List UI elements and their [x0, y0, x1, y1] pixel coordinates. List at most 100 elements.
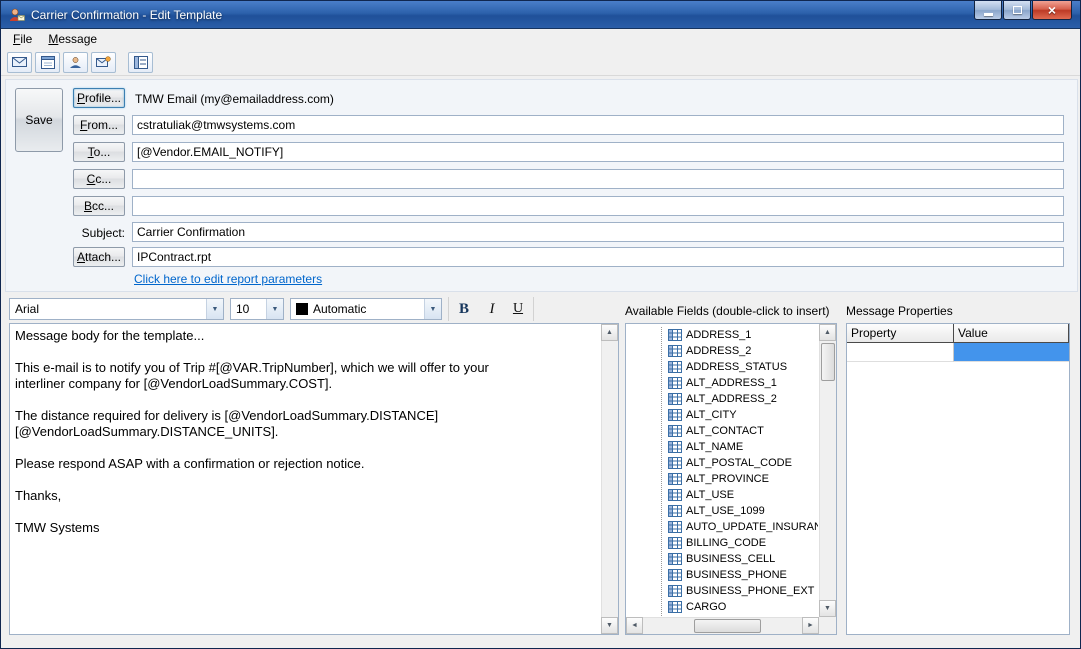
chevron-down-icon[interactable]: ▼	[206, 299, 223, 319]
maximize-button[interactable]	[1003, 1, 1031, 20]
save-button[interactable]: Save	[15, 88, 63, 152]
window-title: Carrier Confirmation - Edit Template	[31, 8, 222, 22]
minimize-button[interactable]	[974, 1, 1002, 20]
new-mail-icon	[12, 56, 27, 68]
scroll-up-icon[interactable]: ▲	[819, 324, 836, 341]
field-item[interactable]: BILLING_CODE	[668, 535, 818, 551]
scroll-down-icon[interactable]: ▼	[819, 600, 836, 617]
scroll-left-icon[interactable]: ◄	[626, 617, 643, 634]
field-item[interactable]: CARGO	[668, 599, 818, 615]
value-cell-selected[interactable]	[954, 343, 1069, 362]
field-item[interactable]: ALT_PROVINCE	[668, 471, 818, 487]
mail-options-button[interactable]	[91, 52, 116, 73]
message-properties-title: Message Properties	[846, 304, 953, 318]
field-item-label: AUTO_UPDATE_INSURANC	[686, 521, 818, 533]
contacts-icon	[69, 56, 82, 69]
table-field-icon	[668, 537, 682, 549]
field-item[interactable]: ALT_NAME	[668, 439, 818, 455]
scroll-up-icon[interactable]: ▲	[601, 324, 618, 341]
field-item-label: ALT_USE	[686, 489, 734, 501]
to-button[interactable]: To...	[73, 142, 125, 162]
minimize-icon	[984, 13, 993, 16]
font-size-combo[interactable]: 10 ▼	[230, 298, 284, 320]
field-item-label: BUSINESS_PHONE_EXT	[686, 585, 814, 597]
field-item[interactable]: BUSINESS_CELL	[668, 551, 818, 567]
from-field[interactable]	[132, 115, 1064, 135]
bold-button[interactable]: B	[451, 298, 477, 320]
titlebar[interactable]: Carrier Confirmation - Edit Template	[1, 1, 1080, 29]
table-field-icon	[668, 425, 682, 437]
to-field[interactable]	[132, 142, 1064, 162]
field-item[interactable]: ALT_CONTACT	[668, 423, 818, 439]
editor-vertical-scrollbar[interactable]: ▲ ▼	[601, 324, 618, 634]
chevron-down-icon[interactable]: ▼	[266, 299, 283, 319]
new-mail-button[interactable]	[7, 52, 32, 73]
table-field-icon	[668, 585, 682, 597]
message-properties-panel: Property Value	[846, 323, 1070, 635]
property-column-header[interactable]: Property	[847, 324, 954, 343]
attach-field[interactable]	[132, 247, 1064, 267]
field-item[interactable]: BUSINESS_PHONE_EXT	[668, 583, 818, 599]
field-item-label: ALT_USE_1099	[686, 505, 765, 517]
field-item[interactable]: ALT_ADDRESS_1	[668, 375, 818, 391]
cc-field[interactable]	[132, 169, 1064, 189]
contacts-button[interactable]	[63, 52, 88, 73]
field-item-label: ALT_ADDRESS_1	[686, 377, 777, 389]
property-cell[interactable]	[847, 343, 954, 362]
close-icon	[1048, 3, 1056, 18]
underline-button[interactable]: U	[505, 298, 531, 320]
attach-button[interactable]: Attach...	[73, 247, 125, 267]
field-item-label: ADDRESS_1	[686, 329, 751, 341]
properties-header: Property Value	[847, 324, 1069, 343]
field-item[interactable]: ALT_ADDRESS_2	[668, 391, 818, 407]
vertical-scroll-thumb[interactable]	[821, 343, 835, 381]
fields-vertical-scrollbar[interactable]: ▲ ▼	[819, 324, 836, 617]
field-item[interactable]: AUTO_UPDATE_INSURANC	[668, 519, 818, 535]
font-family-combo[interactable]: Arial ▼	[9, 298, 224, 320]
from-button[interactable]: From...	[73, 115, 125, 135]
bcc-field[interactable]	[132, 196, 1064, 216]
table-field-icon	[668, 457, 682, 469]
field-item[interactable]: ALT_POSTAL_CODE	[668, 455, 818, 471]
profile-button[interactable]: Profile...	[73, 88, 125, 108]
italic-button[interactable]: I	[479, 298, 505, 320]
menu-bar: File Message	[1, 29, 1080, 49]
scrollbar-corner	[819, 617, 836, 634]
fields-horizontal-scrollbar[interactable]: ◄ ►	[626, 617, 819, 634]
scroll-right-icon[interactable]: ►	[802, 617, 819, 634]
table-field-icon	[668, 505, 682, 517]
edit-report-parameters-link[interactable]: Click here to edit report parameters	[134, 272, 322, 286]
field-item[interactable]: ALT_USE	[668, 487, 818, 503]
table-field-icon	[668, 377, 682, 389]
field-item[interactable]: ADDRESS_STATUS	[668, 359, 818, 375]
table-field-icon	[668, 361, 682, 373]
bcc-button[interactable]: Bcc...	[73, 196, 125, 216]
available-fields-title: Available Fields (double-click to insert…	[625, 304, 830, 318]
table-field-icon	[668, 489, 682, 501]
table-field-icon	[668, 409, 682, 421]
subject-field[interactable]	[132, 222, 1064, 242]
value-column-header[interactable]: Value	[954, 324, 1069, 343]
message-body-editor[interactable]: Message body for the template... This e-…	[15, 328, 596, 630]
field-item-label: ALT_PROVINCE	[686, 473, 769, 485]
chevron-down-icon[interactable]: ▼	[424, 299, 441, 319]
font-color-combo[interactable]: Automatic ▼	[290, 298, 442, 320]
horizontal-scroll-thumb[interactable]	[694, 619, 762, 633]
field-item[interactable]: BUSINESS_PHONE	[668, 567, 818, 583]
font-size-value: 10	[231, 302, 266, 316]
stationery-button[interactable]	[35, 52, 60, 73]
edit-template-window: Carrier Confirmation - Edit Template Fil…	[0, 0, 1081, 649]
insert-field-button[interactable]	[128, 52, 153, 73]
menu-file[interactable]: File	[5, 30, 40, 48]
scroll-down-icon[interactable]: ▼	[601, 617, 618, 634]
field-item-label: ALT_POSTAL_CODE	[686, 457, 792, 469]
field-item[interactable]: ADDRESS_1	[668, 327, 818, 343]
cc-button[interactable]: Cc...	[73, 169, 125, 189]
field-item[interactable]: ALT_USE_1099	[668, 503, 818, 519]
menu-message[interactable]: Message	[40, 30, 105, 48]
field-item[interactable]: ADDRESS_2	[668, 343, 818, 359]
field-item-label: ALT_ADDRESS_2	[686, 393, 777, 405]
table-field-icon	[668, 553, 682, 565]
field-item[interactable]: ALT_CITY	[668, 407, 818, 423]
close-button[interactable]	[1032, 1, 1072, 20]
